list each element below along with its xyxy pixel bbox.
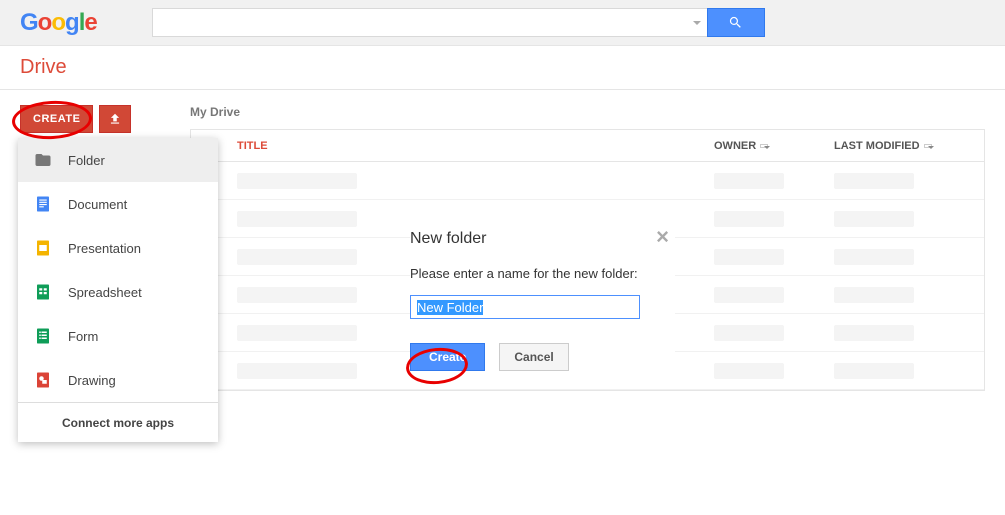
- file-title: [237, 363, 357, 379]
- dropdown-item-label: Presentation: [68, 241, 141, 256]
- folder-name-input[interactable]: [410, 295, 640, 319]
- chevron-down-icon: [924, 144, 932, 148]
- dropdown-item-presentation[interactable]: Presentation: [18, 226, 218, 270]
- create-button[interactable]: CREATE: [20, 105, 93, 133]
- dialog-title: New folder: [410, 230, 675, 248]
- file-modified: [834, 211, 914, 227]
- file-title: [237, 249, 357, 265]
- file-title: [237, 287, 357, 303]
- google-logo: Google: [20, 9, 97, 37]
- dialog-cancel-button[interactable]: Cancel: [499, 343, 568, 371]
- dropdown-item-label: Drawing: [68, 373, 116, 388]
- dropdown-item-spreadsheet[interactable]: Spreadsheet: [18, 270, 218, 314]
- breadcrumb[interactable]: My Drive: [190, 105, 985, 119]
- drawing-icon: [32, 370, 54, 390]
- dropdown-item-folder[interactable]: Folder: [18, 138, 218, 182]
- file-modified: [834, 173, 914, 189]
- column-owner[interactable]: OWNER: [714, 140, 834, 152]
- new-folder-dialog: × New folder Please enter a name for the…: [410, 230, 675, 371]
- file-owner: [714, 173, 784, 189]
- file-modified: [834, 287, 914, 303]
- file-modified: [834, 363, 914, 379]
- create-dropdown: Folder Document Presentation Spreadsheet For…: [18, 138, 218, 442]
- search-icon: [728, 15, 743, 30]
- table-header: TITLE OWNER LAST MODIFIED: [191, 130, 984, 162]
- dropdown-item-label: Document: [68, 197, 127, 212]
- dropdown-item-label: Form: [68, 329, 98, 344]
- table-row[interactable]: ☆: [191, 162, 984, 200]
- column-title[interactable]: TITLE: [231, 140, 714, 152]
- search-input[interactable]: [152, 8, 707, 37]
- close-button[interactable]: ×: [656, 224, 669, 250]
- spreadsheet-icon: [32, 282, 54, 302]
- file-owner: [714, 211, 784, 227]
- file-modified: [834, 249, 914, 265]
- dropdown-item-document[interactable]: Document: [18, 182, 218, 226]
- presentation-icon: [32, 238, 54, 258]
- dialog-create-button[interactable]: Create: [410, 343, 485, 371]
- dropdown-item-drawing[interactable]: Drawing: [18, 358, 218, 402]
- file-owner: [714, 249, 784, 265]
- drive-brand: Drive: [20, 56, 67, 79]
- dropdown-item-form[interactable]: Form: [18, 314, 218, 358]
- dialog-message: Please enter a name for the new folder:: [410, 266, 675, 281]
- file-title: [237, 211, 357, 227]
- search-options-caret-icon[interactable]: [693, 21, 701, 25]
- file-owner: [714, 325, 784, 341]
- form-icon: [32, 326, 54, 346]
- upload-icon: [108, 112, 122, 126]
- file-owner: [714, 287, 784, 303]
- file-title: [237, 173, 357, 189]
- document-icon: [32, 194, 54, 214]
- file-modified: [834, 325, 914, 341]
- folder-icon: [32, 150, 54, 170]
- column-last-modified[interactable]: LAST MODIFIED: [834, 140, 984, 152]
- dropdown-item-label: Spreadsheet: [68, 285, 142, 300]
- file-owner: [714, 363, 784, 379]
- upload-button[interactable]: [99, 105, 131, 133]
- search-button[interactable]: [707, 8, 765, 37]
- file-title: [237, 325, 357, 341]
- chevron-down-icon: [760, 144, 768, 148]
- dropdown-item-label: Folder: [68, 153, 105, 168]
- connect-more-apps[interactable]: Connect more apps: [18, 402, 218, 442]
